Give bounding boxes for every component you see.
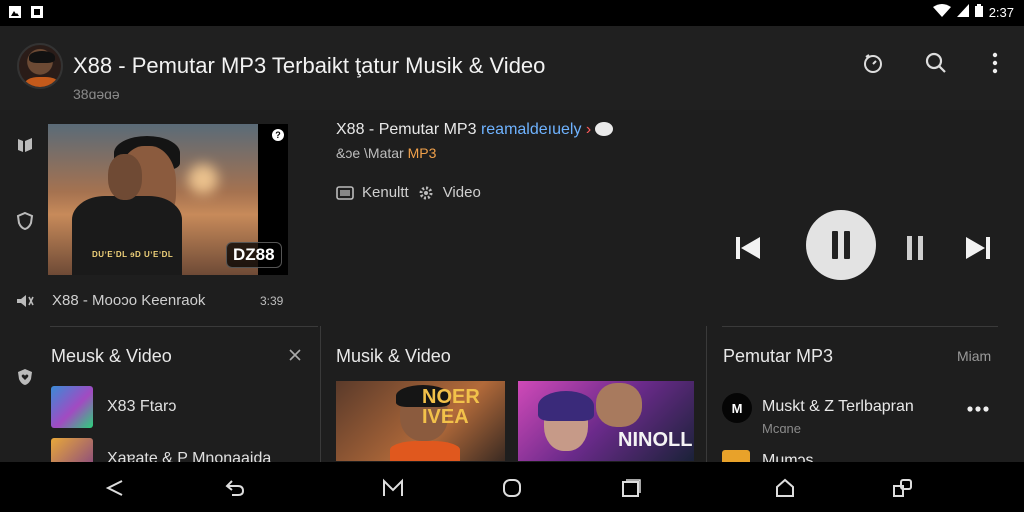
brand-badge: DZ88 xyxy=(226,242,282,268)
artist-avatar: M xyxy=(722,393,752,423)
video-card[interactable]: NOER IVEA xyxy=(336,381,505,461)
undo-button[interactable] xyxy=(224,477,246,499)
now-playing-artist: &ɔe \Matar MP3 xyxy=(336,145,436,161)
cast-button[interactable] xyxy=(858,48,888,78)
close-button[interactable] xyxy=(288,348,304,364)
title-highlight: reamaldeıuely xyxy=(480,121,582,138)
card-overlay: NOER IVEA xyxy=(422,386,480,428)
tag-content[interactable]: Kenultt xyxy=(362,184,409,201)
home-icon xyxy=(776,478,794,497)
recents-icon xyxy=(622,479,641,497)
more-vert-icon xyxy=(992,52,998,74)
title-main: X88 - Pemutar MP3 xyxy=(336,121,481,138)
volume-icon xyxy=(17,295,34,307)
nav-rail xyxy=(0,110,50,460)
home-button[interactable] xyxy=(501,477,523,499)
art-caption: DUʼEʼDL ɘD UʼEʼDL xyxy=(92,250,174,259)
gallery-icon xyxy=(8,5,22,19)
avatar[interactable] xyxy=(17,43,63,89)
status-bar: 2:37 xyxy=(0,0,1024,26)
list-item-subtitle: Mcɑne xyxy=(762,421,802,436)
rail-item-home[interactable] xyxy=(14,134,36,156)
artist-accent: MP3 xyxy=(407,145,437,161)
item-more-button[interactable] xyxy=(966,400,992,414)
list-item-title[interactable]: Muskt & Z Terlbapran xyxy=(762,398,914,416)
notification-icon xyxy=(30,5,44,19)
rail-item-explore[interactable] xyxy=(14,210,36,232)
content-icon xyxy=(336,185,354,200)
gear-icon xyxy=(417,186,435,200)
tag-video[interactable]: Video xyxy=(443,184,481,201)
list-item-label: X83 Ftarɔ xyxy=(107,398,177,415)
back-icon xyxy=(105,480,123,496)
card-overlay: NINOLL xyxy=(618,429,693,451)
undo-icon xyxy=(225,480,245,496)
previous-button[interactable] xyxy=(732,232,764,264)
mini-player-label[interactable]: X88 - Mooɔo Keenraok xyxy=(52,292,205,309)
house-button[interactable] xyxy=(774,477,796,499)
page-title: X88 - Pemutar MP3 Terbaikt ţatur Musik &… xyxy=(73,53,546,78)
see-all-link[interactable]: Miam xyxy=(957,348,991,364)
home-circle-icon xyxy=(503,479,521,497)
more-horiz-icon xyxy=(967,406,989,412)
thumbnail xyxy=(51,386,93,428)
pause-icon xyxy=(832,231,850,259)
timer-icon xyxy=(864,54,882,73)
shield-icon xyxy=(16,211,34,231)
mini-player-time: 3:39 xyxy=(260,294,284,308)
signal-icon xyxy=(956,4,969,20)
apps-button[interactable] xyxy=(892,477,914,499)
library-icon xyxy=(18,138,32,152)
rail-item-favorites[interactable] xyxy=(14,366,36,388)
cloud-icon xyxy=(595,122,614,136)
list-item[interactable]: X83 Ftarɔ xyxy=(51,386,176,428)
now-playing-tags: Kenultt Video xyxy=(336,184,481,201)
section-title-right: Pemutar MP3 xyxy=(723,346,834,366)
close-icon xyxy=(289,349,301,361)
page-subtitle: 38ɑəɑə xyxy=(73,86,120,102)
search-button[interactable] xyxy=(921,48,951,78)
video-card[interactable]: NINOLL xyxy=(518,381,694,461)
rail-item-volume[interactable] xyxy=(14,290,36,312)
app-bar: X88 - Pemutar MP3 Terbaikt ţatur Musik &… xyxy=(0,26,1024,110)
skip-previous-icon xyxy=(736,237,760,259)
artist-prefix: &ɔe \Matar xyxy=(336,145,408,161)
apps-icon xyxy=(893,479,912,497)
help-icon[interactable]: ? xyxy=(272,129,284,141)
search-icon xyxy=(925,52,946,73)
featured-card[interactable]: DUʼEʼDL ɘD UʼEʼDL ? DZ88 xyxy=(48,124,288,275)
pause-icon xyxy=(907,236,923,260)
clock: 2:37 xyxy=(988,4,1014,20)
title-arrow: › xyxy=(581,121,592,138)
back-button[interactable] xyxy=(104,477,126,499)
navigation-bar xyxy=(0,462,1024,512)
heart-shield-icon xyxy=(18,369,32,385)
divider xyxy=(722,326,998,327)
now-playing-title: X88 - Pemutar MP3 reamaldeıuely › xyxy=(336,121,614,139)
section-title-center: Musik & Video xyxy=(336,346,451,366)
battery-icon xyxy=(974,4,983,20)
wifi-icon xyxy=(932,4,951,20)
pause-small-button[interactable] xyxy=(902,234,928,262)
skip-next-icon xyxy=(966,237,990,259)
recents-button[interactable] xyxy=(620,477,642,499)
thumbnail xyxy=(722,450,750,462)
more-button[interactable] xyxy=(980,48,1010,78)
divider-vertical xyxy=(706,326,707,462)
section-title-left: Meusk & Video xyxy=(51,346,172,366)
divider-vertical xyxy=(320,326,321,462)
next-button[interactable] xyxy=(962,232,994,264)
list-item-title[interactable]: Mumɔs xyxy=(762,452,814,462)
menu-button[interactable] xyxy=(382,477,404,499)
menu-m-icon xyxy=(383,478,403,496)
play-pause-button[interactable] xyxy=(806,210,876,280)
divider xyxy=(50,326,318,327)
